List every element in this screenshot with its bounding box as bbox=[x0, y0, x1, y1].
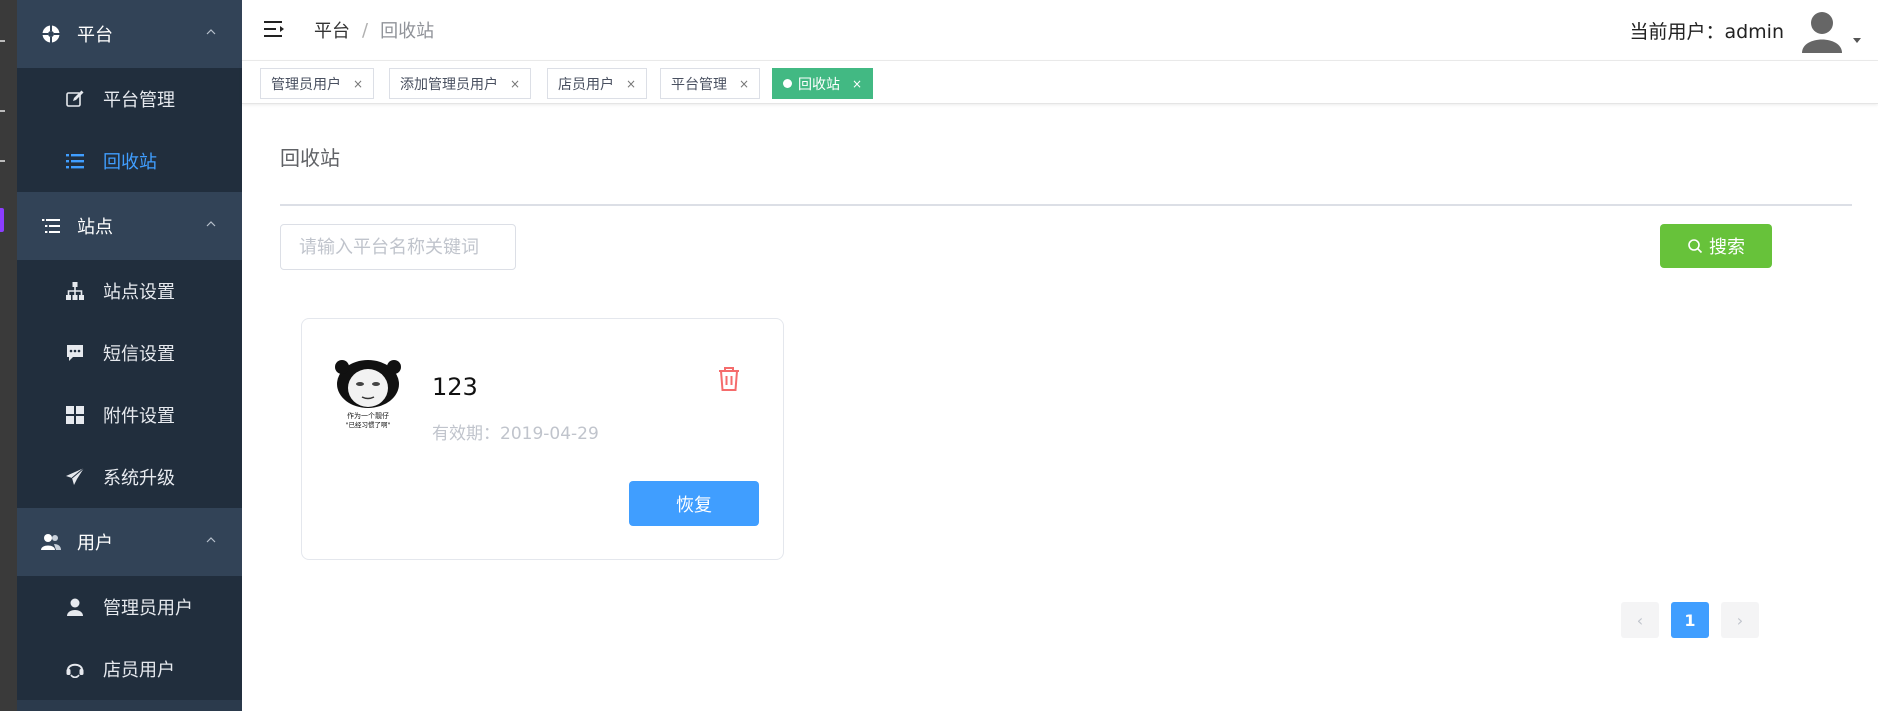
edge-mark bbox=[0, 160, 5, 162]
main-content: 回收站 搜索 作为一个靓仔 "已经习惯了啊" 123 有效期：2019-04-2… bbox=[242, 104, 1878, 711]
caret-down-icon[interactable] bbox=[1850, 33, 1864, 47]
chat-bubble-icon bbox=[67, 345, 83, 361]
sidebar-submenu: 平台管理 回收站 bbox=[17, 68, 242, 192]
tag-label: 回收站 bbox=[798, 76, 840, 93]
tag-label: 管理员用户 bbox=[271, 76, 341, 93]
edit-icon bbox=[66, 90, 84, 107]
tag-close-icon[interactable]: × bbox=[852, 77, 862, 91]
trash-icon[interactable] bbox=[716, 365, 742, 393]
tag-close-icon[interactable]: × bbox=[626, 77, 636, 91]
sidebar-submenu: 管理员用户 店员用户 bbox=[17, 576, 242, 700]
tags-view: 管理员用户 × 添加管理员用户 × 店员用户 × 平台管理 × 回收站 × bbox=[242, 61, 1878, 104]
page-title: 回收站 bbox=[280, 146, 340, 170]
aperture-icon bbox=[42, 25, 60, 43]
users-icon bbox=[41, 534, 61, 550]
sidebar-item-label: 附件设置 bbox=[103, 406, 175, 427]
sitemap-icon bbox=[66, 282, 84, 300]
sidebar-group-label: 站点 bbox=[77, 217, 113, 238]
edge-mark bbox=[0, 40, 5, 42]
sidebar-item-platform-management[interactable]: 平台管理 bbox=[17, 68, 242, 130]
window-edge-strip bbox=[0, 0, 17, 711]
search-button-label: 搜索 bbox=[1709, 237, 1745, 257]
current-user-label: 当前用户：admin bbox=[1629, 21, 1784, 43]
restore-button[interactable]: 恢复 bbox=[629, 481, 759, 526]
chevron-up-icon bbox=[206, 221, 216, 227]
tag-staff-users[interactable]: 店员用户 × bbox=[547, 68, 648, 99]
sidebar-item-label: 店员用户 bbox=[103, 660, 175, 681]
tag-label: 添加管理员用户 bbox=[400, 76, 498, 93]
card-expiry-date: 有效期：2019-04-29 bbox=[432, 424, 599, 444]
sidebar-item-admin-users[interactable]: 管理员用户 bbox=[17, 576, 242, 638]
breadcrumb-separator: / bbox=[362, 19, 369, 41]
sidebar-item-label: 平台管理 bbox=[103, 90, 175, 111]
search-input[interactable] bbox=[280, 224, 516, 270]
search-button[interactable]: 搜索 bbox=[1660, 224, 1772, 268]
sidebar: 平台 平台管理 回收站 站点 站点设置 短信设置 附件设置 系统升级 用户 管理… bbox=[17, 0, 242, 711]
top-header: 平台 / 回收站 当前用户：admin bbox=[242, 0, 1878, 61]
chevron-up-icon bbox=[206, 29, 216, 35]
headset-icon bbox=[66, 663, 84, 679]
tag-platform-management[interactable]: 平台管理 × bbox=[660, 68, 761, 99]
breadcrumb-item-current: 回收站 bbox=[380, 21, 435, 42]
sidebar-group-label: 用户 bbox=[77, 533, 113, 554]
tag-admin-users[interactable]: 管理员用户 × bbox=[260, 68, 375, 99]
breadcrumb: 平台 / 回收站 bbox=[314, 17, 434, 43]
list-icon bbox=[66, 154, 84, 169]
user-menu[interactable]: 当前用户：admin bbox=[1629, 0, 1878, 61]
sidebar-item-sms-settings[interactable]: 短信设置 bbox=[17, 322, 242, 384]
menu-fold-icon[interactable] bbox=[264, 20, 286, 38]
grid-icon bbox=[66, 406, 84, 424]
tag-recycle-bin[interactable]: 回收站 × bbox=[772, 68, 874, 99]
tag-add-admin-user[interactable]: 添加管理员用户 × bbox=[389, 68, 532, 99]
tag-close-icon[interactable]: × bbox=[353, 77, 363, 91]
page-number[interactable]: 1 bbox=[1671, 602, 1709, 638]
sidebar-group-users[interactable]: 用户 bbox=[17, 508, 242, 576]
recycle-card: 作为一个靓仔 "已经习惯了啊" 123 有效期：2019-04-29 恢复 bbox=[301, 318, 784, 560]
edge-mark bbox=[0, 110, 5, 112]
sidebar-item-label: 站点设置 bbox=[103, 282, 175, 303]
search-icon bbox=[1688, 239, 1703, 254]
sidebar-item-site-settings[interactable]: 站点设置 bbox=[17, 260, 242, 322]
sidebar-item-recycle-bin[interactable]: 回收站 bbox=[17, 130, 242, 192]
next-page-button[interactable]: › bbox=[1721, 602, 1759, 638]
edge-indicator bbox=[0, 208, 4, 232]
tag-label: 平台管理 bbox=[671, 76, 727, 93]
indent-list-icon bbox=[42, 219, 60, 233]
sidebar-group-label: 平台 bbox=[77, 25, 113, 46]
sidebar-group-platform[interactable]: 平台 bbox=[17, 0, 242, 68]
sidebar-item-label: 系统升级 bbox=[103, 468, 175, 489]
sidebar-item-label: 短信设置 bbox=[103, 344, 175, 365]
card-title: 123 bbox=[432, 373, 478, 401]
thumbnail-caption: 作为一个靓仔 bbox=[347, 411, 389, 420]
tag-close-icon[interactable]: × bbox=[739, 77, 749, 91]
chevron-up-icon bbox=[206, 537, 216, 543]
prev-page-button[interactable]: ‹ bbox=[1621, 602, 1659, 638]
breadcrumb-item-platform[interactable]: 平台 bbox=[314, 17, 350, 43]
tag-label: 店员用户 bbox=[558, 76, 614, 93]
active-dot-icon bbox=[783, 79, 792, 88]
sidebar-item-system-upgrade[interactable]: 系统升级 bbox=[17, 446, 242, 508]
sidebar-group-site[interactable]: 站点 bbox=[17, 192, 242, 260]
sidebar-item-attachment-settings[interactable]: 附件设置 bbox=[17, 384, 242, 446]
thumbnail-caption: "已经习惯了啊" bbox=[346, 420, 391, 429]
avatar[interactable] bbox=[1800, 9, 1844, 53]
divider bbox=[280, 204, 1852, 206]
sidebar-submenu: 站点设置 短信设置 附件设置 系统升级 bbox=[17, 260, 242, 508]
pagination: ‹ 1 › bbox=[1621, 602, 1771, 638]
user-icon bbox=[67, 598, 83, 616]
tag-close-icon[interactable]: × bbox=[510, 77, 520, 91]
paper-plane-icon bbox=[66, 467, 85, 485]
sidebar-item-label: 回收站 bbox=[103, 152, 157, 173]
sidebar-item-staff-users[interactable]: 店员用户 bbox=[17, 638, 242, 700]
sidebar-item-label: 管理员用户 bbox=[103, 598, 193, 619]
panda-meme-thumbnail: 作为一个靓仔 "已经习惯了啊" bbox=[334, 357, 402, 429]
